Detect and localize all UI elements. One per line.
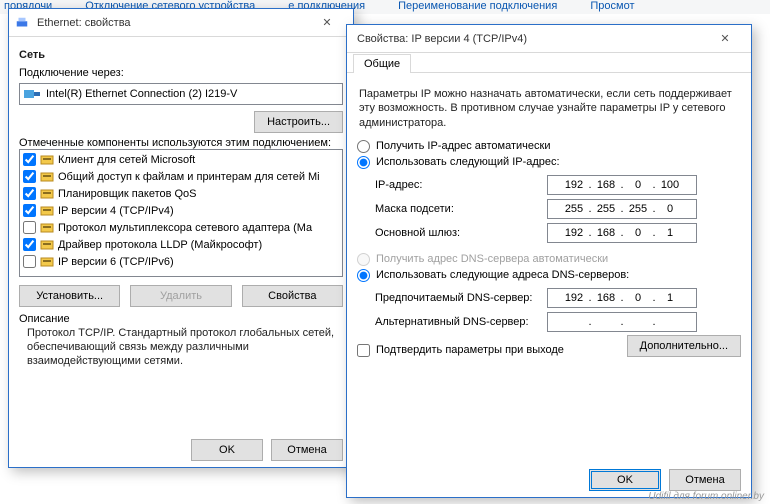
- advanced-button[interactable]: Дополнительно...: [627, 335, 741, 357]
- list-item[interactable]: Протокол мультиплексора сетевого адаптер…: [20, 219, 342, 236]
- list-item[interactable]: Планировщик пакетов QoS: [20, 185, 342, 202]
- component-icon: [40, 204, 54, 218]
- component-icon: [40, 221, 54, 235]
- watermark: Udifil для forum.onliner.by: [648, 491, 764, 502]
- description-label: Описание: [19, 313, 343, 325]
- list-item[interactable]: IP версии 6 (TCP/IPv6): [20, 253, 342, 270]
- close-icon[interactable]: ✕: [705, 32, 745, 45]
- window-title: Ethernet: свойства: [33, 17, 307, 29]
- ok-button[interactable]: OK: [589, 469, 661, 491]
- dns2-label: Альтернативный DNS-сервер:: [375, 316, 547, 328]
- ip-address-input[interactable]: 192. 168. 0. 100: [547, 175, 697, 195]
- dns2-input[interactable]: . . .: [547, 312, 697, 332]
- titlebar[interactable]: Свойства: IP версии 4 (TCP/IPv4) ✕: [347, 25, 751, 53]
- section-network: Сеть: [19, 49, 343, 61]
- tab-strip: Общие: [347, 53, 751, 73]
- list-item[interactable]: IP версии 4 (TCP/IPv4): [20, 202, 342, 219]
- radio-auto-dns: Получить адрес DNS-сервера автоматически: [357, 253, 741, 266]
- radio-auto-ip[interactable]: Получить IP-адрес автоматически: [357, 140, 741, 153]
- window-title: Свойства: IP версии 4 (TCP/IPv4): [353, 33, 705, 45]
- subnet-mask-label: Маска подсети:: [375, 203, 547, 215]
- subnet-mask-input[interactable]: 255. 255. 255. 0: [547, 199, 697, 219]
- configure-button[interactable]: Настроить...: [254, 111, 343, 133]
- component-label: Протокол мультиплексора сетевого адаптер…: [58, 222, 312, 234]
- component-label: Общий доступ к файлам и принтерам для се…: [58, 171, 320, 183]
- ip-address-label: IP-адрес:: [375, 179, 547, 191]
- component-checkbox[interactable]: [23, 221, 36, 234]
- component-label: Клиент для сетей Microsoft: [58, 154, 195, 166]
- component-checkbox[interactable]: [23, 255, 36, 268]
- component-label: Планировщик пакетов QoS: [58, 188, 197, 200]
- radio-static-dns-input[interactable]: [357, 269, 370, 282]
- properties-button[interactable]: Свойства: [242, 285, 343, 307]
- components-list[interactable]: Клиент для сетей Microsoft Общий доступ к…: [19, 149, 343, 277]
- list-item[interactable]: Клиент для сетей Microsoft: [20, 151, 342, 168]
- radio-static-ip[interactable]: Использовать следующий IP-адрес:: [357, 156, 741, 169]
- list-item[interactable]: Драйвер протокола LLDP (Майкрософт): [20, 236, 342, 253]
- component-icon: [40, 170, 54, 184]
- cancel-button[interactable]: Отмена: [669, 469, 741, 491]
- adapter-field: Intel(R) Ethernet Connection (2) I219-V: [19, 83, 343, 105]
- component-label: Драйвер протокола LLDP (Майкрософт): [58, 239, 262, 251]
- ok-button[interactable]: OK: [191, 439, 263, 461]
- dns1-input[interactable]: 192. 168. 0. 1: [547, 288, 697, 308]
- adapter-name: Intel(R) Ethernet Connection (2) I219-V: [46, 88, 237, 100]
- radio-static-ip-input[interactable]: [357, 156, 370, 169]
- component-checkbox[interactable]: [23, 187, 36, 200]
- component-icon: [40, 255, 54, 269]
- component-icon: [40, 153, 54, 167]
- nic-icon: [24, 88, 40, 100]
- tab-general[interactable]: Общие: [353, 54, 411, 73]
- component-checkbox[interactable]: [23, 204, 36, 217]
- radio-auto-ip-input[interactable]: [357, 140, 370, 153]
- component-icon: [40, 238, 54, 252]
- component-checkbox[interactable]: [23, 170, 36, 183]
- component-checkbox[interactable]: [23, 153, 36, 166]
- cancel-button[interactable]: Отмена: [271, 439, 343, 461]
- adapter-icon: [15, 16, 29, 30]
- radio-static-dns[interactable]: Использовать следующие адреса DNS-сервер…: [357, 269, 741, 282]
- radio-auto-dns-input: [357, 253, 370, 266]
- component-label: IP версии 6 (TCP/IPv6): [58, 256, 174, 268]
- close-icon[interactable]: ✕: [307, 16, 347, 29]
- install-button[interactable]: Установить...: [19, 285, 120, 307]
- titlebar[interactable]: Ethernet: свойства ✕: [9, 9, 353, 37]
- remove-button: Удалить: [130, 285, 231, 307]
- ethernet-properties-dialog: Ethernet: свойства ✕ Сеть Подключение че…: [8, 8, 354, 468]
- gateway-input[interactable]: 192. 168. 0. 1: [547, 223, 697, 243]
- component-icon: [40, 187, 54, 201]
- components-label: Отмеченные компоненты используются этим …: [19, 137, 343, 149]
- description-text: Протокол TCP/IP. Стандартный протокол гл…: [27, 327, 341, 368]
- component-label: IP версии 4 (TCP/IPv4): [58, 205, 174, 217]
- list-item[interactable]: Общий доступ к файлам и принтерам для се…: [20, 168, 342, 185]
- connect-via-label: Подключение через:: [19, 67, 343, 79]
- gateway-label: Основной шлюз:: [375, 227, 547, 239]
- validate-checkbox[interactable]: [357, 344, 370, 357]
- dns1-label: Предпочитаемый DNS-сервер:: [375, 292, 547, 304]
- instructions-text: Параметры IP можно назначать автоматичес…: [359, 87, 739, 130]
- ipv4-properties-dialog: Свойства: IP версии 4 (TCP/IPv4) ✕ Общие…: [346, 24, 752, 498]
- component-checkbox[interactable]: [23, 238, 36, 251]
